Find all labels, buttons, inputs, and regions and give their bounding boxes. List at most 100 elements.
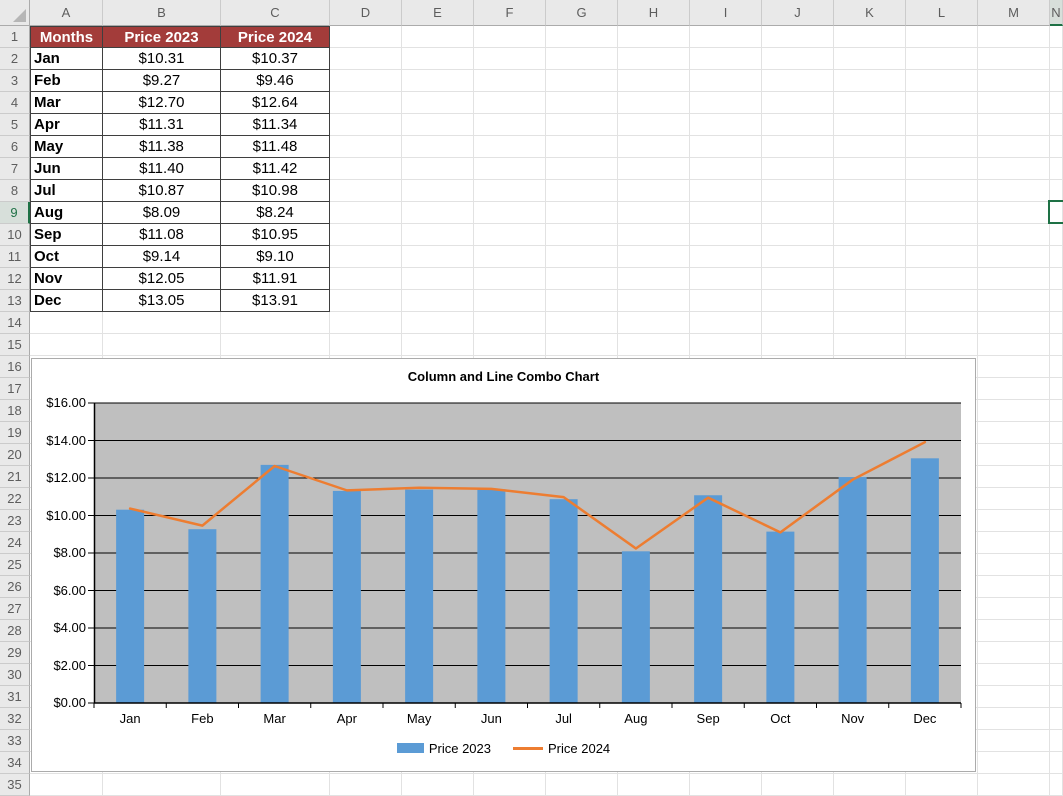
cell-B10[interactable]: $11.08: [103, 224, 221, 246]
column-header-C[interactable]: C: [221, 0, 330, 26]
cell-M14[interactable]: [978, 312, 1050, 334]
cell-M13[interactable]: [978, 290, 1050, 312]
cell-E7[interactable]: [402, 158, 474, 180]
cell-I9[interactable]: [690, 202, 762, 224]
cell-B6[interactable]: $11.38: [103, 136, 221, 158]
cell-I4[interactable]: [690, 92, 762, 114]
cell-L9[interactable]: [906, 202, 978, 224]
cell-H12[interactable]: [618, 268, 690, 290]
cell-K15[interactable]: [834, 334, 906, 356]
cell-A10[interactable]: Sep: [30, 224, 103, 246]
row-header-19[interactable]: 19: [0, 422, 30, 444]
cell-M35[interactable]: [978, 774, 1050, 796]
cell-J8[interactable]: [762, 180, 834, 202]
cell-K6[interactable]: [834, 136, 906, 158]
cell-M12[interactable]: [978, 268, 1050, 290]
cell-E9[interactable]: [402, 202, 474, 224]
cell-F3[interactable]: [474, 70, 546, 92]
cell-N13[interactable]: [1050, 290, 1063, 312]
cell-N30[interactable]: [1050, 664, 1063, 686]
cell-C3[interactable]: $9.46: [221, 70, 330, 92]
cell-N18[interactable]: [1050, 400, 1063, 422]
column-header-M[interactable]: M: [978, 0, 1050, 26]
cell-N11[interactable]: [1050, 246, 1063, 268]
cell-G2[interactable]: [546, 48, 618, 70]
row-header-27[interactable]: 27: [0, 598, 30, 620]
cell-J4[interactable]: [762, 92, 834, 114]
cell-B13[interactable]: $13.05: [103, 290, 221, 312]
cell-N32[interactable]: [1050, 708, 1063, 730]
cell-J2[interactable]: [762, 48, 834, 70]
column-header-F[interactable]: F: [474, 0, 546, 26]
cell-N19[interactable]: [1050, 422, 1063, 444]
cell-N27[interactable]: [1050, 598, 1063, 620]
row-header-7[interactable]: 7: [0, 158, 30, 180]
row-header-24[interactable]: 24: [0, 532, 30, 554]
cell-N12[interactable]: [1050, 268, 1063, 290]
cell-L14[interactable]: [906, 312, 978, 334]
cell-D5[interactable]: [330, 114, 402, 136]
cell-N5[interactable]: [1050, 114, 1063, 136]
row-header-12[interactable]: 12: [0, 268, 30, 290]
column-header-L[interactable]: L: [906, 0, 978, 26]
cell-K3[interactable]: [834, 70, 906, 92]
cell-A8[interactable]: Jul: [30, 180, 103, 202]
cell-B8[interactable]: $10.87: [103, 180, 221, 202]
row-header-10[interactable]: 10: [0, 224, 30, 246]
cell-N29[interactable]: [1050, 642, 1063, 664]
cell-J3[interactable]: [762, 70, 834, 92]
cell-K35[interactable]: [834, 774, 906, 796]
cell-J5[interactable]: [762, 114, 834, 136]
cell-N16[interactable]: [1050, 356, 1063, 378]
cell-E6[interactable]: [402, 136, 474, 158]
row-header-18[interactable]: 18: [0, 400, 30, 422]
cell-A12[interactable]: Nov: [30, 268, 103, 290]
cell-B15[interactable]: [103, 334, 221, 356]
cell-M15[interactable]: [978, 334, 1050, 356]
cell-N17[interactable]: [1050, 378, 1063, 400]
cell-M18[interactable]: [978, 400, 1050, 422]
cell-D2[interactable]: [330, 48, 402, 70]
cell-J10[interactable]: [762, 224, 834, 246]
cell-H2[interactable]: [618, 48, 690, 70]
cell-C2[interactable]: $10.37: [221, 48, 330, 70]
cell-H4[interactable]: [618, 92, 690, 114]
cell-L10[interactable]: [906, 224, 978, 246]
cell-E4[interactable]: [402, 92, 474, 114]
cell-F9[interactable]: [474, 202, 546, 224]
cell-M10[interactable]: [978, 224, 1050, 246]
cell-E12[interactable]: [402, 268, 474, 290]
cell-H7[interactable]: [618, 158, 690, 180]
row-header-8[interactable]: 8: [0, 180, 30, 202]
cell-A5[interactable]: Apr: [30, 114, 103, 136]
cell-N15[interactable]: [1050, 334, 1063, 356]
cell-L12[interactable]: [906, 268, 978, 290]
cell-K14[interactable]: [834, 312, 906, 334]
cell-I12[interactable]: [690, 268, 762, 290]
cell-A14[interactable]: [30, 312, 103, 334]
cell-B35[interactable]: [103, 774, 221, 796]
cell-N8[interactable]: [1050, 180, 1063, 202]
column-header-B[interactable]: B: [103, 0, 221, 26]
cell-M23[interactable]: [978, 510, 1050, 532]
row-header-28[interactable]: 28: [0, 620, 30, 642]
cell-N26[interactable]: [1050, 576, 1063, 598]
cell-M30[interactable]: [978, 664, 1050, 686]
cell-J14[interactable]: [762, 312, 834, 334]
cell-H5[interactable]: [618, 114, 690, 136]
cell-N7[interactable]: [1050, 158, 1063, 180]
cell-N25[interactable]: [1050, 554, 1063, 576]
cell-G3[interactable]: [546, 70, 618, 92]
column-header-K[interactable]: K: [834, 0, 906, 26]
column-header-N[interactable]: N: [1050, 0, 1063, 26]
cell-C6[interactable]: $11.48: [221, 136, 330, 158]
legend-item-price-2023[interactable]: Price 2023: [397, 741, 491, 756]
column-header-I[interactable]: I: [690, 0, 762, 26]
cell-C4[interactable]: $12.64: [221, 92, 330, 114]
cell-N28[interactable]: [1050, 620, 1063, 642]
cell-M31[interactable]: [978, 686, 1050, 708]
cell-I35[interactable]: [690, 774, 762, 796]
cell-K8[interactable]: [834, 180, 906, 202]
cell-C1[interactable]: Price 2024: [221, 26, 330, 48]
cell-M17[interactable]: [978, 378, 1050, 400]
